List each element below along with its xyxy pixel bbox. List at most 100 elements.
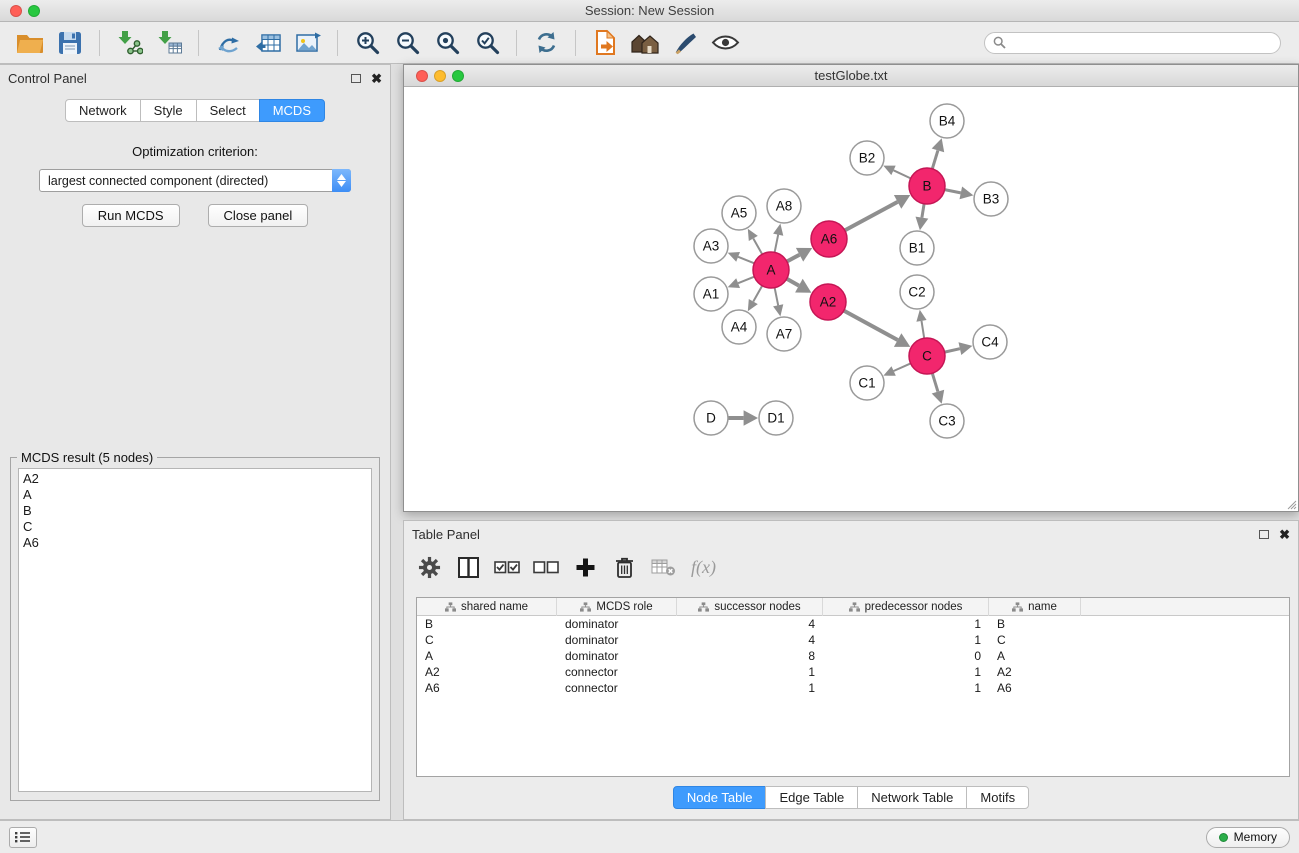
column-header-shared-name[interactable]: shared name [417, 598, 557, 616]
tab-mcds[interactable]: MCDS [259, 99, 325, 122]
import-network-from-file-icon[interactable] [112, 26, 146, 60]
table-row[interactable]: Adominator80A [417, 648, 1289, 664]
graph-edge-C-C3[interactable] [932, 373, 945, 404]
import-table-from-file-icon[interactable] [152, 26, 186, 60]
table-cell[interactable]: 1 [823, 681, 989, 695]
result-item[interactable]: A [19, 487, 371, 503]
toolbar-search[interactable] [984, 32, 1281, 54]
table-cell[interactable]: A [989, 649, 1081, 663]
select-all-checkboxes-icon[interactable] [492, 552, 522, 582]
table-cell[interactable]: C [417, 633, 557, 647]
graph-edge-B-B1[interactable] [916, 204, 929, 230]
graph-edge-C-C1[interactable] [883, 363, 910, 375]
graph-edge-A-A2[interactable] [787, 279, 812, 293]
save-session-icon[interactable] [53, 26, 87, 60]
refresh-icon[interactable] [529, 26, 563, 60]
table-cell[interactable]: C [989, 633, 1081, 647]
network-zoom-button[interactable] [452, 70, 464, 82]
table-cell[interactable]: 0 [823, 649, 989, 663]
graph-node-A1[interactable]: A1 [694, 277, 728, 311]
show-columns-icon[interactable] [453, 552, 483, 582]
graph-edge-A-A4[interactable] [748, 286, 762, 312]
result-item[interactable]: A6 [19, 535, 371, 551]
graph-node-A4[interactable]: A4 [722, 310, 756, 344]
first-neighbors-icon[interactable] [588, 26, 622, 60]
graph-node-C1[interactable]: C1 [850, 366, 884, 400]
graph-node-B3[interactable]: B3 [974, 182, 1008, 216]
graph-node-A6[interactable]: A6 [811, 221, 847, 257]
graph-node-D[interactable]: D [694, 401, 728, 435]
task-history-button[interactable] [9, 827, 37, 848]
graph-node-A[interactable]: A [753, 252, 789, 288]
table-cell[interactable]: 4 [677, 633, 823, 647]
table-cell[interactable]: 8 [677, 649, 823, 663]
zoom-window-button[interactable] [28, 5, 40, 17]
graph-node-C3[interactable]: C3 [930, 404, 964, 438]
zoom-fit-icon[interactable] [430, 26, 464, 60]
graph-edge-A-A7[interactable] [773, 288, 783, 317]
table-cell[interactable]: connector [557, 665, 677, 679]
graph-edge-B-B4[interactable] [932, 138, 945, 169]
table-settings-gear-icon[interactable] [414, 552, 444, 582]
table-cell[interactable]: dominator [557, 617, 677, 631]
graph-edge-A-A5[interactable] [748, 229, 762, 255]
table-cell[interactable]: connector [557, 681, 677, 695]
graph-node-A2[interactable]: A2 [810, 284, 846, 320]
graph-edge-A2-C[interactable] [844, 311, 911, 347]
show-hide-icon[interactable] [708, 26, 742, 60]
graph-node-C2[interactable]: C2 [900, 275, 934, 309]
network-graph[interactable]: B4B2BB3A5A8A6A3AB1A1A2C2A4A7C4CC1DD1C3 [404, 87, 1298, 511]
network-window-titlebar[interactable]: testGlobe.txt [404, 65, 1298, 87]
home-icon[interactable] [628, 26, 662, 60]
graph-edge-B-B3[interactable] [945, 187, 974, 200]
graph-edge-A-A1[interactable] [728, 277, 755, 288]
table-cell[interactable]: A2 [989, 665, 1081, 679]
optimization-criterion-dropdown[interactable]: largest connected component (directed) [39, 169, 351, 192]
apply-style-icon[interactable] [668, 26, 702, 60]
graph-node-C4[interactable]: C4 [973, 325, 1007, 359]
table-cell[interactable]: 1 [677, 681, 823, 695]
table-cell[interactable]: 1 [823, 633, 989, 647]
network-minimize-button[interactable] [434, 70, 446, 82]
table-cell[interactable]: B [417, 617, 557, 631]
function-builder-button[interactable]: f(x) [687, 557, 716, 578]
resize-handle-icon[interactable] [1285, 498, 1297, 510]
table-cell[interactable]: A [417, 649, 557, 663]
tab-style[interactable]: Style [140, 99, 197, 122]
zoom-out-icon[interactable] [390, 26, 424, 60]
close-panel-icon[interactable]: ✖ [371, 72, 382, 85]
graph-edge-B-B2[interactable] [883, 166, 910, 179]
deselect-all-checkboxes-icon[interactable] [531, 552, 561, 582]
float-panel-icon[interactable] [351, 74, 361, 83]
table-tab-edge-table[interactable]: Edge Table [765, 786, 858, 809]
delete-column-trash-icon[interactable] [609, 552, 639, 582]
graph-node-A8[interactable]: A8 [767, 189, 801, 223]
table-cell[interactable]: 1 [823, 617, 989, 631]
search-input[interactable] [1011, 36, 1272, 50]
add-column-icon[interactable] [570, 552, 600, 582]
table-tab-network-table[interactable]: Network Table [857, 786, 967, 809]
column-header-name[interactable]: name [989, 598, 1081, 616]
graph-node-A7[interactable]: A7 [767, 317, 801, 351]
graph-node-D1[interactable]: D1 [759, 401, 793, 435]
column-header-predecessor-nodes[interactable]: predecessor nodes [823, 598, 989, 616]
memory-button[interactable]: Memory [1206, 827, 1290, 848]
float-table-panel-icon[interactable] [1259, 530, 1269, 539]
table-cell[interactable]: 1 [823, 665, 989, 679]
graph-node-A3[interactable]: A3 [694, 229, 728, 263]
result-item[interactable]: C [19, 519, 371, 535]
network-close-button[interactable] [416, 70, 428, 82]
graph-node-B2[interactable]: B2 [850, 141, 884, 175]
table-cell[interactable]: B [989, 617, 1081, 631]
table-row[interactable]: A6connector11A6 [417, 680, 1289, 696]
zoom-selected-icon[interactable] [470, 26, 504, 60]
table-row[interactable]: A2connector11A2 [417, 664, 1289, 680]
table-cell[interactable]: A2 [417, 665, 557, 679]
export-image-icon[interactable] [291, 26, 325, 60]
graph-edge-A6-B[interactable] [845, 195, 911, 230]
table-cell[interactable]: 1 [677, 665, 823, 679]
table-tab-node-table[interactable]: Node Table [673, 786, 767, 809]
table-cell[interactable]: dominator [557, 649, 677, 663]
network-canvas[interactable]: B4B2BB3A5A8A6A3AB1A1A2C2A4A7C4CC1DD1C3 [404, 87, 1298, 511]
table-cell[interactable]: A6 [989, 681, 1081, 695]
